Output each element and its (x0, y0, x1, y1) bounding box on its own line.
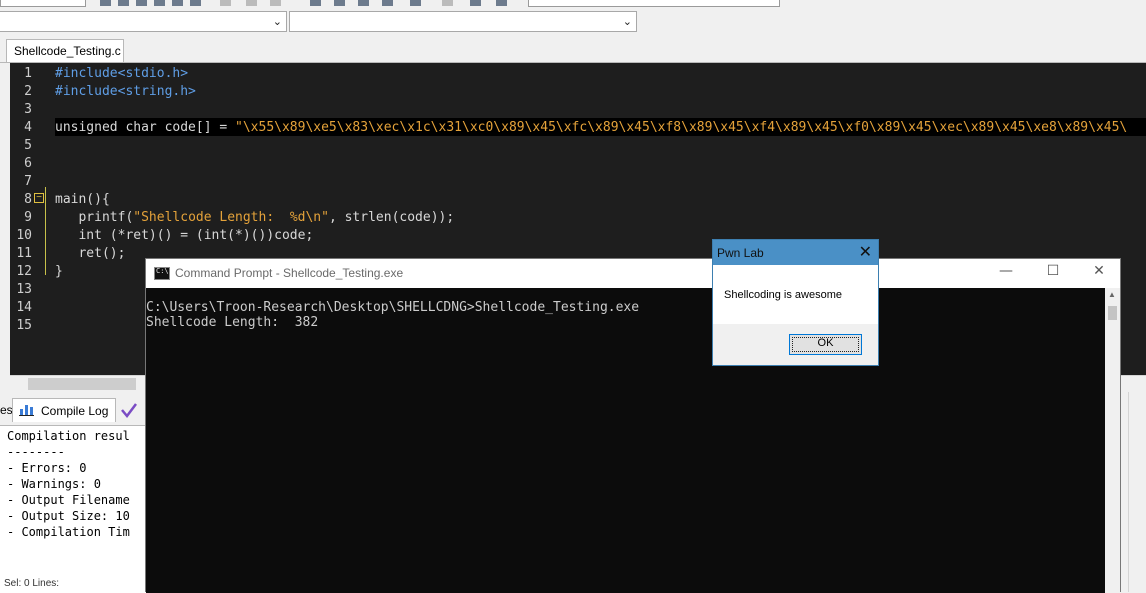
undo-icon[interactable] (220, 0, 231, 6)
compile-log-line: - Warnings: 0 (7, 477, 101, 491)
close-button[interactable]: ✕ (1084, 263, 1114, 283)
ok-button[interactable]: OK (789, 334, 862, 355)
new-file-icon[interactable] (100, 0, 111, 6)
tab-compile-log-label: Compile Log (41, 404, 109, 418)
line-number: 7 (24, 174, 32, 189)
print-icon[interactable] (190, 0, 201, 6)
find-icon[interactable] (270, 0, 281, 6)
code-token: ret(); (55, 246, 126, 261)
code-token: printf( (55, 210, 134, 225)
scroll-thumb[interactable] (1108, 306, 1117, 320)
unindent-icon[interactable] (334, 0, 345, 6)
fold-collapse-icon[interactable]: − (34, 193, 44, 203)
close-file-icon[interactable] (172, 0, 183, 6)
open-file-icon[interactable] (118, 0, 129, 6)
code-token: unsigned char code[] = (55, 120, 236, 135)
compile-log-line: - Errors: 0 (7, 461, 87, 475)
cmd-titlebar[interactable]: C:\ Command Prompt - Shellcode_Testing.e… (146, 259, 1120, 288)
code-token: #include<string.h> (55, 84, 196, 99)
line-number: 9 (24, 210, 32, 225)
toolbar-combo[interactable] (528, 0, 780, 7)
line-number: 3 (24, 102, 32, 117)
compile-log-line: - Output Size: 10 (7, 509, 130, 523)
chart-icon[interactable] (470, 0, 481, 6)
close-icon[interactable]: ✕ (859, 242, 872, 261)
maximize-button[interactable]: ☐ (1038, 263, 1068, 283)
tab-compile-log[interactable]: Compile Log (12, 398, 116, 422)
scroll-up-icon[interactable]: ▲ (1108, 290, 1116, 299)
compile-log-line: - Output Filename (7, 493, 130, 507)
cmd-console-output[interactable]: C:\Users\Troon-Research\Desktop\SHELLCDN… (146, 288, 1105, 593)
minimize-button[interactable]: — (991, 263, 1021, 283)
code-line: int (*ret)() = (int(*)())code; (55, 228, 313, 243)
code-token: main(){ (55, 192, 110, 207)
profile-icon[interactable] (496, 0, 507, 6)
line-number: 6 (24, 156, 32, 171)
line-number: 11 (16, 246, 32, 261)
line-number: 4 (24, 120, 32, 135)
debug-check-icon[interactable] (120, 401, 138, 419)
compile-log-line: Compilation resul (7, 429, 130, 443)
code-line: ret(); (55, 246, 125, 261)
dialog-content: Shellcoding is awesome (713, 265, 878, 324)
bookmark-icon[interactable] (382, 0, 393, 6)
chevron-down-icon: ⌄ (622, 15, 632, 28)
scroll-thumb[interactable] (28, 378, 136, 390)
member-combo[interactable]: ⌄ (289, 11, 637, 32)
compile-log-line: - Compilation Tim (7, 525, 130, 539)
code-line: main(){ (55, 192, 110, 207)
toggle-comment-icon[interactable] (358, 0, 369, 6)
code-token: int (*ret)() = (int(*)())code; (55, 228, 314, 243)
code-token: #include<stdio.h> (55, 66, 189, 81)
status-bar: Sel: 0 Lines: (4, 578, 60, 589)
dialog-title: Pwn Lab (717, 246, 764, 260)
debug-icon[interactable] (442, 0, 453, 6)
message-box-dialog[interactable]: Pwn Lab ✕ Shellcoding is awesome OK (712, 239, 879, 366)
code-line: printf("Shellcode Length: %d\n", strlen(… (55, 210, 454, 225)
code-line: unsigned char code[] = "\x55\x89\xe5\x83… (55, 120, 1127, 135)
save-icon[interactable] (136, 0, 147, 6)
class-combo[interactable]: ⌄ (0, 11, 287, 32)
ide-toolbar (0, 0, 780, 9)
line-number: 10 (16, 228, 32, 243)
cmd-output-line: C:\Users\Troon-Research\Desktop\SHELLCDN… (146, 300, 640, 315)
code-token: "Shellcode Length: %d\n" (133, 210, 329, 225)
code-line: } (55, 264, 63, 279)
console-icon: C:\ (154, 267, 170, 280)
tab-resources-fragment[interactable]: es (0, 403, 13, 427)
goto-icon[interactable] (410, 0, 421, 6)
command-prompt-window[interactable]: C:\ Command Prompt - Shellcode_Testing.e… (145, 258, 1121, 593)
line-number: 12 (16, 264, 32, 279)
redo-icon[interactable] (246, 0, 257, 6)
line-number: 5 (24, 138, 32, 153)
compile-log-line: -------- (7, 445, 65, 459)
code-line: #include<string.h> (55, 84, 196, 99)
line-number: 14 (16, 300, 32, 315)
cmd-vertical-scrollbar[interactable]: ▲ (1105, 288, 1120, 593)
line-number: 15 (16, 318, 32, 333)
cmd-title-text: Command Prompt - Shellcode_Testing.exe (175, 266, 404, 280)
code-token: } (55, 264, 63, 279)
line-number: 2 (24, 84, 32, 99)
code-token: "\x55\x89\xe5\x83\xec\x1c\x31\xc0\x89\x4… (235, 120, 1128, 135)
toolbar-group (0, 0, 86, 7)
line-number: 13 (16, 282, 32, 297)
dialog-message: Shellcoding is awesome (724, 289, 843, 301)
ide-vertical-scrollbar[interactable] (1128, 392, 1146, 592)
indent-icon[interactable] (310, 0, 321, 6)
line-number: 8 (24, 192, 32, 207)
dialog-titlebar[interactable]: Pwn Lab ✕ (713, 240, 878, 265)
chart-bars-icon (19, 403, 34, 416)
save-all-icon[interactable] (154, 0, 165, 6)
line-number: 1 (24, 66, 32, 81)
chevron-down-icon: ⌄ (272, 15, 282, 28)
code-line: #include<stdio.h> (55, 66, 188, 81)
fold-guide (45, 187, 46, 275)
cmd-output-line: Shellcode Length: 382 (146, 315, 319, 330)
tab-shellcode-testing[interactable]: Shellcode_Testing.c (6, 39, 124, 62)
code-token: , strlen(code)); (328, 210, 455, 225)
